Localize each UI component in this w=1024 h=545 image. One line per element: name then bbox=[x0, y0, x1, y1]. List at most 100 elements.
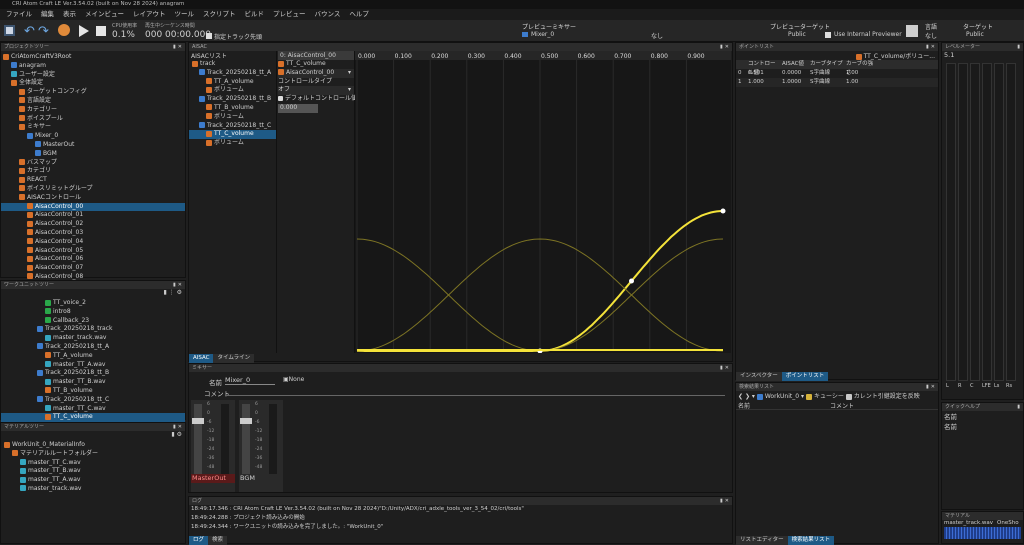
target-select[interactable]: Public bbox=[966, 31, 984, 38]
aisac-list-item[interactable]: Track_20250218_tt_A bbox=[189, 69, 276, 78]
tree-item[interactable]: Track_20250218_track bbox=[1, 325, 185, 334]
forward-icon[interactable]: ❯ bbox=[745, 393, 750, 400]
tree-item[interactable]: TT_C_volume bbox=[1, 413, 185, 423]
tree-item[interactable]: AisacControl_01 bbox=[1, 211, 185, 220]
tree-item[interactable]: master_track.wav bbox=[1, 485, 185, 494]
menu-item[interactable]: メインビュー bbox=[85, 9, 124, 20]
column-header[interactable]: コントロール値 bbox=[746, 60, 780, 76]
tree-item[interactable]: Track_20250218_tt_A bbox=[1, 343, 185, 352]
tree-item[interactable]: AisacControl_07 bbox=[1, 264, 185, 273]
language-select[interactable]: なし bbox=[925, 31, 937, 40]
settings-gear-icon[interactable]: ⚙ bbox=[177, 289, 182, 296]
close-icon[interactable]: ✕ bbox=[725, 364, 729, 372]
fader-knob[interactable] bbox=[240, 418, 252, 424]
tree-item[interactable]: master_TT_B.wav bbox=[1, 467, 185, 476]
close-icon[interactable]: ✕ bbox=[725, 497, 729, 505]
tree-item[interactable]: TT_B_volume bbox=[1, 387, 185, 396]
jump-icon[interactable] bbox=[58, 24, 70, 36]
tree-item[interactable]: マテリアルルートフォルダー bbox=[1, 450, 185, 459]
tree-item[interactable]: AisacControl_02 bbox=[1, 220, 185, 229]
panel-menu-icon[interactable]: ▮ bbox=[173, 43, 176, 51]
aisac-graph[interactable]: 0.000 0.100 0.200 0.300 0.400 0.500 0.600 0.700… bbox=[355, 51, 731, 353]
menu-item[interactable]: スクリプト bbox=[203, 9, 236, 20]
tree-item[interactable]: Mixer_0 bbox=[1, 132, 185, 141]
column-header[interactable]: AISAC値 bbox=[780, 60, 808, 69]
tree-item[interactable]: BGM bbox=[1, 150, 185, 159]
back-icon[interactable]: ❮ bbox=[738, 393, 743, 400]
delete-icon[interactable]: ▮ bbox=[171, 431, 174, 438]
tree-item[interactable]: MasterOut bbox=[1, 141, 185, 150]
column-header[interactable]: カーブタイプ bbox=[808, 60, 844, 69]
panel-menu-icon[interactable]: ▮ bbox=[173, 281, 176, 289]
tree-item[interactable]: TT_A_volume bbox=[1, 352, 185, 361]
aisac-control-select[interactable]: AisacControl_00 ▾ bbox=[278, 68, 354, 78]
tree-item[interactable]: ボイスリミットグループ bbox=[1, 185, 185, 194]
aisac-list-item[interactable]: TT_B_volume bbox=[189, 104, 276, 113]
tree-item[interactable]: anagram bbox=[1, 62, 185, 71]
menu-item[interactable]: ファイル bbox=[6, 9, 32, 20]
column-header[interactable]: カーブの強さ bbox=[844, 60, 874, 76]
tree-item[interactable]: REACT bbox=[1, 176, 185, 185]
panel-menu-icon[interactable]: ▮ bbox=[720, 364, 723, 372]
default-control-row[interactable]: デフォルトコントロール値 bbox=[278, 95, 357, 104]
current-checkbox[interactable] bbox=[845, 393, 852, 400]
tree-item[interactable]: master_TT_B.wav bbox=[1, 378, 185, 387]
close-icon[interactable]: ✕ bbox=[931, 43, 935, 51]
control-type-select[interactable]: オフ ▾ bbox=[278, 86, 354, 96]
close-icon[interactable]: ✕ bbox=[725, 43, 729, 51]
aisac-list-item[interactable]: ボリューム bbox=[189, 139, 276, 148]
tree-item[interactable]: intro8 bbox=[1, 308, 185, 317]
control-point[interactable] bbox=[629, 278, 634, 284]
search-name-col[interactable]: 名前 bbox=[736, 401, 830, 410]
delete-icon[interactable]: ▮ bbox=[163, 289, 166, 296]
search-comment-col[interactable]: コメント bbox=[830, 401, 854, 410]
panel-menu-icon[interactable]: ▮ bbox=[720, 43, 723, 51]
tree-item[interactable]: Callback_23 bbox=[1, 317, 185, 326]
strip-label[interactable]: BGM bbox=[239, 474, 283, 483]
head-checkbox[interactable] bbox=[206, 33, 212, 39]
tree-item[interactable]: ターゲットコンフィグ bbox=[1, 88, 185, 97]
tree-item[interactable]: master_TT_C.wav bbox=[1, 459, 185, 468]
tab-aisac[interactable]: AISAC bbox=[189, 354, 214, 363]
close-icon[interactable]: ✕ bbox=[178, 423, 182, 431]
tree-item[interactable]: AISACコントロール bbox=[1, 194, 185, 203]
strip-label[interactable]: MasterOut bbox=[191, 474, 235, 483]
menu-item[interactable]: ヘルプ bbox=[349, 9, 369, 20]
search-workunit[interactable]: WorkUnit_0 bbox=[765, 393, 799, 400]
tree-item[interactable]: master_TT_A.wav bbox=[1, 476, 185, 485]
aisac-list-item[interactable]: Track_20250218_tt_C bbox=[189, 122, 276, 131]
aisac-list-item[interactable]: ボリューム bbox=[189, 113, 276, 122]
tree-item[interactable]: AisacControl_00 bbox=[1, 202, 185, 212]
tree-item[interactable]: 全体設定 bbox=[1, 79, 185, 88]
aisac-list-item[interactable]: Track_20250218_tt_B bbox=[189, 95, 276, 104]
close-icon[interactable]: ✕ bbox=[178, 43, 182, 51]
aisac-list-item[interactable]: ボリューム bbox=[189, 86, 276, 95]
panel-menu-icon[interactable]: ▮ bbox=[926, 383, 929, 391]
save-icon[interactable] bbox=[4, 25, 15, 36]
tree-item[interactable]: master_track.wav bbox=[1, 334, 185, 343]
menu-item[interactable]: レイアウト bbox=[133, 9, 166, 20]
menu-item[interactable]: 編集 bbox=[41, 9, 54, 20]
tree-item[interactable]: master_TT_A.wav bbox=[1, 361, 185, 370]
tree-item[interactable]: AisacControl_04 bbox=[1, 238, 185, 247]
mixer-none-button[interactable]: ▣None bbox=[283, 376, 304, 383]
material-item[interactable]: OneSho bbox=[997, 520, 1019, 526]
tree-item[interactable]: AisacControl_06 bbox=[1, 255, 185, 264]
panel-menu-icon[interactable]: ▮ bbox=[1017, 403, 1020, 411]
tree-item[interactable]: カテゴリ bbox=[1, 167, 185, 176]
chevron-down-icon[interactable]: ▾ bbox=[801, 393, 804, 400]
tree-item[interactable]: 言語設定 bbox=[1, 97, 185, 106]
table-row[interactable]: 0 0.501 0.0000 S字曲線 1.00 bbox=[736, 69, 938, 78]
aisac-list-item[interactable]: track bbox=[189, 60, 276, 69]
tree-item[interactable]: Track_20250218_tt_C bbox=[1, 396, 185, 405]
material-item[interactable]: master_track.wav bbox=[944, 520, 993, 526]
settings-gear-icon[interactable]: ⚙ bbox=[177, 431, 182, 438]
table-row[interactable]: 1 1.000 1.0000 S字曲線 1.00 bbox=[736, 78, 938, 87]
chevron-down-icon[interactable]: ▾ bbox=[752, 393, 755, 400]
undo-icon[interactable]: ↶ bbox=[24, 24, 35, 39]
preview-target-select[interactable]: Public bbox=[788, 31, 806, 38]
mixer-strip[interactable]: 6 0 -6 -12 -18 -24 -36 -48 MasterOut bbox=[191, 400, 235, 492]
preview-mixer-select[interactable]: Mixer_0 bbox=[531, 31, 601, 38]
play-icon[interactable] bbox=[79, 25, 89, 37]
panel-menu-icon[interactable]: ▮ bbox=[720, 497, 723, 505]
